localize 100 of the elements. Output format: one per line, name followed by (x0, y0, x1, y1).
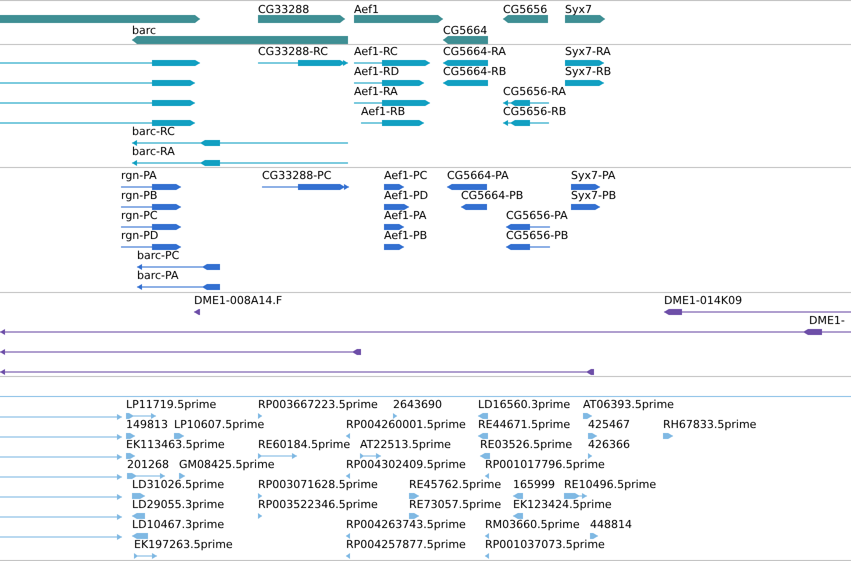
feature-label: RP003071628.5prime (258, 478, 378, 491)
feature-glyph[interactable] (354, 59, 430, 67)
feature-label: RE73057.5prime (409, 498, 502, 511)
feature-glyph[interactable] (571, 203, 600, 211)
feature-glyph[interactable] (0, 119, 195, 127)
feature-glyph[interactable] (0, 99, 195, 107)
feature-glyph[interactable] (571, 183, 600, 191)
feature-label: RP003522346.5prime (258, 498, 378, 511)
feature-glyph[interactable] (132, 159, 348, 167)
feature-label: rgn-PB (121, 189, 158, 202)
feature-label: barc-RA (132, 145, 175, 158)
feature-glyph[interactable] (361, 119, 424, 127)
feature-glyph[interactable] (0, 368, 594, 376)
feature-label: RP001017796.5prime (485, 458, 605, 471)
feature-label: CG5656-PA (506, 209, 568, 222)
feature-glyph[interactable] (354, 79, 424, 87)
feature-label: LD10467.3prime (132, 518, 224, 531)
feature-label: CG5664-PB (461, 189, 524, 202)
feature-label: CG5664-PA (447, 169, 509, 182)
feature-glyph[interactable] (137, 263, 220, 271)
feature-glyph[interactable] (354, 99, 430, 107)
feature-label: 201268 (127, 458, 169, 471)
feature-label: Aef1-PB (384, 229, 428, 242)
feature-label: AT06393.5prime (583, 398, 674, 411)
feature-glyph[interactable] (384, 243, 404, 251)
feature-glyph[interactable] (258, 59, 348, 67)
feature-label: Aef1-RC (354, 45, 398, 58)
feature-glyph[interactable] (443, 79, 488, 87)
feature-glyph[interactable] (447, 183, 487, 191)
feature-glyph[interactable] (565, 79, 604, 87)
feature-label: Aef1-PC (384, 169, 428, 182)
feature-glyph[interactable] (121, 203, 181, 211)
feature-label: Syx7-PA (571, 169, 616, 182)
feature-label: Syx7-RB (565, 65, 612, 78)
feature-label: RP004302409.5prime (346, 458, 466, 471)
feature-label: EK197263.5prime (134, 538, 233, 551)
feature-label: LP10607.5prime (174, 418, 264, 431)
feature-glyph[interactable] (506, 223, 550, 231)
feature-label: EK113463.5prime (126, 438, 225, 451)
feature-label: 2643690 (393, 398, 442, 411)
feature-label: Syx7-PB (571, 189, 616, 202)
feature-glyph[interactable] (258, 15, 345, 23)
feature-label: CG5656-PB (506, 229, 568, 242)
feature-label: LP11719.5prime (126, 398, 216, 411)
feature-label: RP003667223.5prime (258, 398, 378, 411)
feature-label: 426366 (588, 438, 630, 451)
feature-glyph[interactable] (506, 243, 550, 251)
feature-label: barc-PC (137, 249, 180, 262)
feature-label: Syx7-RA (565, 45, 611, 58)
feature-glyph[interactable] (0, 328, 851, 336)
feature-glyph[interactable] (121, 183, 181, 191)
feature-glyph[interactable] (565, 15, 605, 23)
feature-label: CG5656 (503, 3, 548, 16)
feature-label: CG5656-RA (503, 85, 566, 98)
feature-label: barc-PA (137, 269, 178, 282)
feature-glyph[interactable] (194, 308, 200, 316)
feature-label: CG5656-RB (503, 105, 566, 118)
feature-glyph[interactable] (132, 139, 348, 147)
feature-glyph[interactable] (0, 348, 361, 356)
feature-label: RP001037073.5prime (485, 538, 605, 551)
feature-label: RE10496.5prime (564, 478, 656, 491)
feature-glyph[interactable] (262, 183, 349, 191)
feature-glyph[interactable] (503, 119, 549, 127)
feature-label: RE03526.5prime (480, 438, 572, 451)
feature-label: RP004260001.5prime (346, 418, 466, 431)
feature-glyph[interactable] (137, 283, 220, 291)
feature-label: DME1-008A14.F (194, 294, 282, 307)
feature-glyph[interactable] (121, 243, 181, 251)
feature-label: EK123424.5prime (513, 498, 612, 511)
feature-label: barc (132, 24, 156, 37)
feature-label: GM08425.5prime (179, 458, 275, 471)
feature-glyph[interactable] (0, 59, 200, 67)
feature-label: CG5664 (443, 24, 488, 37)
feature-label: Aef1-PA (384, 209, 426, 222)
feature-label: Aef1-RD (354, 65, 400, 78)
feature-label: RM03660.5prime (485, 518, 580, 531)
feature-glyph[interactable] (503, 15, 548, 23)
feature-glyph[interactable] (664, 308, 851, 316)
feature-label: 448814 (590, 518, 632, 531)
feature-label: RE45762.5prime (409, 478, 502, 491)
feature-glyph[interactable] (565, 59, 604, 67)
feature-glyph[interactable] (0, 79, 195, 87)
feature-label: AT22513.5prime (360, 438, 451, 451)
feature-label: rgn-PC (121, 209, 158, 222)
feature-glyph[interactable] (503, 99, 549, 107)
feature-label: barc-RC (132, 125, 175, 138)
feature-glyph[interactable] (121, 223, 181, 231)
feature-label: CG5664-RA (443, 45, 506, 58)
feature-glyph[interactable] (384, 223, 404, 231)
feature-glyph[interactable] (384, 183, 404, 191)
feature-glyph[interactable] (443, 36, 488, 44)
feature-glyph[interactable] (461, 203, 487, 211)
feature-glyph[interactable] (443, 59, 488, 67)
feature-label: LD29055.3prime (132, 498, 224, 511)
feature-label: RE60184.5prime (258, 438, 350, 451)
feature-glyph[interactable] (384, 203, 409, 211)
feature-label: DME1- (809, 314, 845, 327)
feature-label: RH67833.5prime (663, 418, 756, 431)
feature-glyph[interactable] (354, 15, 443, 23)
feature-label: Aef1-PD (384, 189, 428, 202)
